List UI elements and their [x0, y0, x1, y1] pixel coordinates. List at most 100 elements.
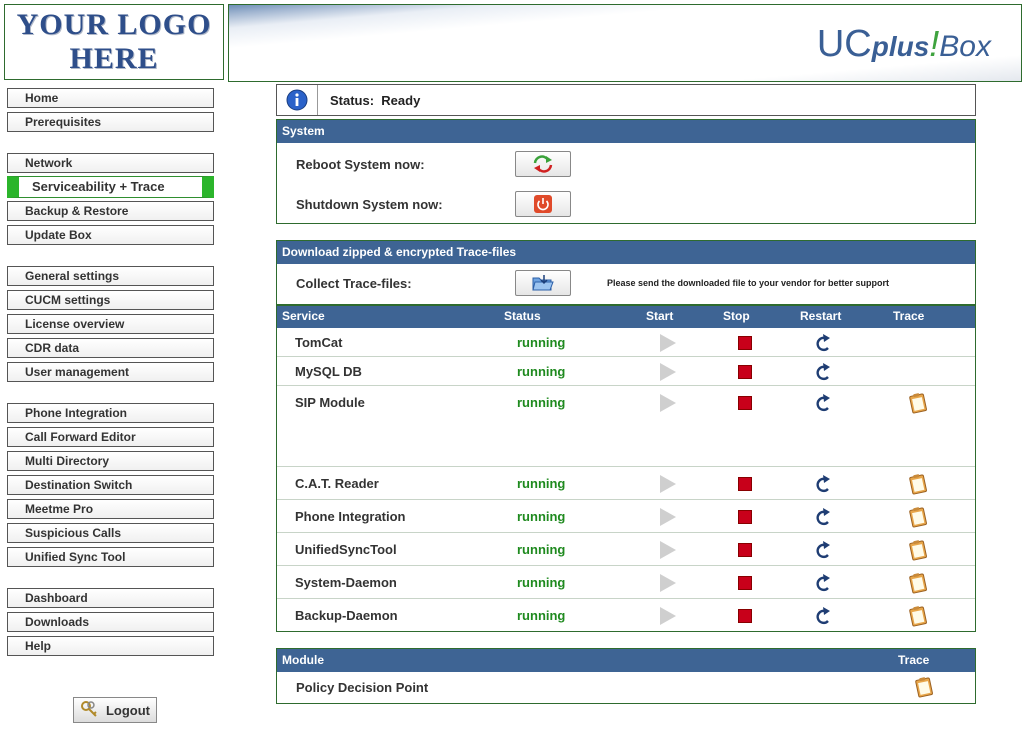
stop-icon[interactable] [738, 335, 752, 350]
brand-box: Box [939, 30, 991, 63]
restart-arrow-icon[interactable] [813, 362, 833, 382]
sidebar-item-cucm-settings[interactable]: CUCM settings [7, 290, 214, 310]
stop-icon[interactable] [738, 542, 752, 557]
play-icon[interactable] [660, 333, 676, 352]
table-row: SIP Module running [276, 386, 976, 467]
system-panel: System Reboot System now: Shutdown Syste… [276, 119, 976, 224]
module-name: Policy Decision Point [296, 680, 429, 695]
play-icon[interactable] [660, 573, 676, 592]
sidebar-item-home[interactable]: Home [7, 88, 214, 108]
sidebar-item-multi-directory[interactable]: Multi Directory [7, 451, 214, 471]
clipboard-icon[interactable] [907, 539, 929, 561]
services-table-header: Service Status Start Stop Restart Trace [276, 305, 976, 328]
service-name: Backup-Daemon [295, 607, 398, 623]
col-start: Start [646, 309, 674, 323]
stop-icon[interactable] [738, 608, 752, 623]
restart-arrow-icon[interactable] [813, 540, 833, 560]
power-icon [534, 195, 552, 213]
service-name: C.A.T. Reader [295, 475, 379, 491]
download-note: Please send the downloaded file to your … [607, 278, 890, 288]
restart-arrow-icon[interactable] [813, 393, 833, 413]
sidebar-item-destination-switch[interactable]: Destination Switch [7, 475, 214, 495]
restart-arrow-icon[interactable] [813, 507, 833, 527]
clipboard-icon[interactable] [913, 676, 935, 698]
clipboard-icon[interactable] [907, 506, 929, 528]
sidebar-item-meetme-pro[interactable]: Meetme Pro [7, 499, 214, 519]
stop-icon[interactable] [738, 395, 752, 410]
service-status: running [517, 508, 566, 524]
status-bar: Status: Ready [276, 84, 976, 116]
download-panel: Download zipped & encrypted Trace-files … [276, 240, 976, 305]
service-status: running [517, 541, 566, 557]
sidebar-item-cdr-data[interactable]: CDR data [7, 338, 214, 358]
col-stop: Stop [723, 309, 750, 323]
sidebar-item-serviceability-trace[interactable]: Serviceability + Trace [7, 176, 214, 198]
sidebar-item-call-forward-editor[interactable]: Call Forward Editor [7, 427, 214, 447]
service-name: MySQL DB [295, 363, 362, 379]
reboot-arrows-icon [533, 155, 553, 173]
col-status: Status [504, 309, 541, 323]
shutdown-button[interactable] [515, 191, 571, 217]
table-row: MySQL DB running [276, 357, 976, 386]
service-name: System-Daemon [295, 574, 397, 590]
sidebar-item-prerequisites[interactable]: Prerequisites [7, 112, 214, 132]
sidebar-item-unified-sync-tool[interactable]: Unified Sync Tool [7, 547, 214, 567]
stop-icon[interactable] [738, 476, 752, 491]
service-name: UnifiedSyncTool [295, 541, 397, 557]
col-restart: Restart [800, 309, 842, 323]
sidebar-item-phone-integration[interactable]: Phone Integration [7, 403, 214, 423]
table-row: Phone Integration running [276, 500, 976, 533]
stop-icon[interactable] [738, 364, 752, 379]
reboot-button[interactable] [515, 151, 571, 177]
download-panel-title: Download zipped & encrypted Trace-files [277, 241, 975, 264]
info-icon [277, 85, 318, 115]
sidebar-item-dashboard[interactable]: Dashboard [7, 588, 214, 608]
collect-trace-button[interactable] [515, 270, 571, 296]
service-name: TomCat [295, 334, 343, 350]
clipboard-icon[interactable] [907, 473, 929, 495]
sidebar-item-help[interactable]: Help [7, 636, 214, 656]
play-icon[interactable] [660, 362, 676, 381]
service-status: running [517, 334, 566, 350]
brand-plus: plus [871, 31, 930, 62]
stop-icon[interactable] [738, 509, 752, 524]
play-icon[interactable] [660, 393, 676, 412]
collect-label: Collect Trace-files: [296, 276, 412, 291]
service-status: running [517, 394, 566, 410]
reboot-label: Reboot System now: [296, 157, 425, 172]
service-status: running [517, 363, 566, 379]
clipboard-icon[interactable] [907, 392, 929, 414]
play-icon[interactable] [660, 474, 676, 493]
service-name: Phone Integration [295, 508, 406, 524]
module-rows: Policy Decision Point [277, 672, 975, 703]
stop-icon[interactable] [738, 575, 752, 590]
brand-uc: UC [816, 23, 872, 65]
table-row: UnifiedSyncTool running [276, 533, 976, 566]
col-service: Service [282, 309, 325, 323]
service-status: running [517, 574, 566, 590]
col-trace: Trace [893, 309, 925, 323]
sidebar-item-network[interactable]: Network [7, 153, 214, 173]
clipboard-icon[interactable] [907, 605, 929, 627]
module-panel: Module Trace Policy Decision Point [276, 648, 976, 704]
sidebar-item-license-overview[interactable]: License overview [7, 314, 214, 334]
folder-download-icon [532, 275, 554, 291]
sidebar-item-suspicious-calls[interactable]: Suspicious Calls [7, 523, 214, 543]
sidebar-item-backup-restore[interactable]: Backup & Restore [7, 201, 214, 221]
logo-line-1: YOUR LOGO [16, 8, 212, 41]
play-icon[interactable] [660, 507, 676, 526]
play-icon[interactable] [660, 540, 676, 559]
sidebar-item-general-settings[interactable]: General settings [7, 266, 214, 286]
restart-arrow-icon[interactable] [813, 333, 833, 353]
play-icon[interactable] [660, 606, 676, 625]
sidebar-item-update-box[interactable]: Update Box [7, 225, 214, 245]
logout-button[interactable]: Logout [73, 697, 157, 723]
sidebar-item-downloads[interactable]: Downloads [7, 612, 214, 632]
clipboard-icon[interactable] [907, 572, 929, 594]
restart-arrow-icon[interactable] [813, 474, 833, 494]
restart-arrow-icon[interactable] [813, 573, 833, 593]
restart-arrow-icon[interactable] [813, 606, 833, 626]
table-row: Backup-Daemon running [276, 599, 976, 632]
header-banner: UCplus!Box [228, 4, 1022, 82]
sidebar-item-user-management[interactable]: User management [7, 362, 214, 382]
